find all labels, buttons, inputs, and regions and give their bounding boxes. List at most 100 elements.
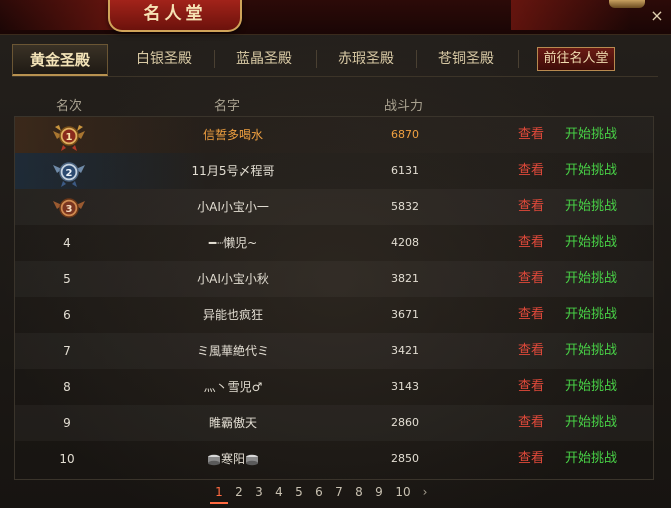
tab-bronze-hall[interactable]: 苍铜圣殿 <box>418 44 514 74</box>
page-link-6[interactable]: 6 <box>310 485 328 499</box>
view-button[interactable]: 查看 <box>511 189 551 225</box>
svg-text:1: 1 <box>66 132 73 143</box>
rank-number: 4 <box>63 236 71 250</box>
player-name: ミ風華絶代ミ <box>196 344 269 358</box>
challenge-button[interactable]: 开始挑战 <box>559 369 623 405</box>
view-button[interactable]: 查看 <box>511 297 551 333</box>
challenge-button[interactable]: 开始挑战 <box>559 117 623 153</box>
gold-medal-icon: 1 <box>53 125 85 151</box>
page-link-5[interactable]: 5 <box>290 485 308 499</box>
corner-ornament <box>609 0 645 8</box>
view-button[interactable]: 查看 <box>511 441 551 477</box>
page-link-3[interactable]: 3 <box>250 485 268 499</box>
table-row: 3 小AI小宝小一 5832 查看 开始挑战 <box>15 189 653 225</box>
challenge-button[interactable]: 开始挑战 <box>559 333 623 369</box>
ranking-table: 1 信誓多喝水 6870 查看 开始挑战 2 11月5号〆程哥 6131 查看 … <box>14 116 654 480</box>
challenge-button[interactable]: 开始挑战 <box>559 153 623 189</box>
player-name: 小AI小宝小秋 <box>197 272 269 286</box>
tab-gold-hall[interactable]: 黄金圣殿 <box>12 44 108 76</box>
table-row: 5 小AI小宝小秋 3821 查看 开始挑战 <box>15 261 653 297</box>
table-row: 1 信誓多喝水 6870 查看 开始挑战 <box>15 117 653 153</box>
combat-power: 5832 <box>391 200 419 213</box>
svg-text:3: 3 <box>66 204 73 215</box>
close-button[interactable]: × <box>649 8 665 24</box>
combat-power: 6131 <box>391 164 419 177</box>
table-row: 2 11月5号〆程哥 6131 查看 开始挑战 <box>15 153 653 189</box>
page-link-2[interactable]: 2 <box>230 485 248 499</box>
next-page-icon[interactable]: › <box>416 485 434 499</box>
combat-power: 6870 <box>391 128 419 141</box>
player-name: 异能也疯狂 <box>202 308 263 322</box>
player-name: 11月5号〆程哥 <box>191 164 275 178</box>
challenge-button[interactable]: 开始挑战 <box>559 405 623 441</box>
page-link-1[interactable]: 1 <box>210 485 228 504</box>
challenge-button[interactable]: 开始挑战 <box>559 189 623 225</box>
silver-medal-icon: 2 <box>53 162 85 187</box>
bronze-medal-icon: 3 <box>53 198 85 218</box>
title-bar-ornament-left <box>0 0 120 30</box>
view-button[interactable]: 查看 <box>511 225 551 261</box>
page-link-7[interactable]: 7 <box>330 485 348 499</box>
tab-separator <box>316 50 317 68</box>
combat-power: 3421 <box>391 344 419 357</box>
table-row: 9 睢霸傲天 2860 查看 开始挑战 <box>15 405 653 441</box>
rank-number: 8 <box>63 380 71 394</box>
player-name: 睢霸傲天 <box>208 416 257 430</box>
rank-number: 7 <box>63 344 71 358</box>
table-row: 6 异能也疯狂 3671 查看 开始挑战 <box>15 297 653 333</box>
page-link-9[interactable]: 9 <box>370 485 388 499</box>
leaderboard-panel: 名人堂 × 黄金圣殿 白银圣殿 蓝晶圣殿 赤瑕圣殿 苍铜圣殿 前往名人堂 名次 … <box>0 0 671 508</box>
challenge-button[interactable]: 开始挑战 <box>559 297 623 333</box>
challenge-button[interactable]: 开始挑战 <box>559 225 623 261</box>
combat-power: 4208 <box>391 236 419 249</box>
player-name: 灬丶雪児♂ <box>203 380 263 394</box>
table-row: 10 寒阳 2850 查看 开始挑战 <box>15 441 653 477</box>
view-button[interactable]: 查看 <box>511 369 551 405</box>
tab-crystal-hall[interactable]: 蓝晶圣殿 <box>216 44 312 74</box>
combat-power: 2850 <box>391 452 419 465</box>
drum-icon <box>207 454 220 465</box>
player-name-cell: 寒阳 <box>133 441 333 477</box>
view-button[interactable]: 查看 <box>511 333 551 369</box>
table-row: 4 ━┈懒児~ 4208 查看 开始挑战 <box>15 225 653 261</box>
tab-divider <box>12 76 658 77</box>
table-row: 7 ミ風華絶代ミ 3421 查看 开始挑战 <box>15 333 653 369</box>
combat-power: 3143 <box>391 380 419 393</box>
challenge-button[interactable]: 开始挑战 <box>559 441 623 477</box>
goto-hall-of-fame-button[interactable]: 前往名人堂 <box>537 47 615 71</box>
rank-number: 10 <box>59 452 75 466</box>
close-icon: × <box>650 6 664 25</box>
column-header-name: 名字 <box>214 99 241 114</box>
title-bar: 名人堂 × <box>0 0 671 35</box>
tab-silver-hall[interactable]: 白银圣殿 <box>116 44 212 74</box>
player-name: 信誓多喝水 <box>202 128 263 142</box>
pagination: 1 2 3 4 5 6 7 8 9 10 › <box>208 485 448 505</box>
page-link-4[interactable]: 4 <box>270 485 288 499</box>
challenge-button[interactable]: 开始挑战 <box>559 261 623 297</box>
combat-power: 3821 <box>391 272 419 285</box>
window-title: 名人堂 <box>143 4 207 24</box>
view-button[interactable]: 查看 <box>511 405 551 441</box>
tab-red-hall[interactable]: 赤瑕圣殿 <box>318 44 414 74</box>
table-row: 8 灬丶雪児♂ 3143 查看 开始挑战 <box>15 369 653 405</box>
tab-separator <box>214 50 215 68</box>
page-link-8[interactable]: 8 <box>350 485 368 499</box>
view-button[interactable]: 查看 <box>511 153 551 189</box>
combat-power: 2860 <box>391 416 419 429</box>
page-link-10[interactable]: 10 <box>392 485 414 499</box>
svg-text:2: 2 <box>66 168 73 179</box>
view-button[interactable]: 查看 <box>511 117 551 153</box>
rank-number: 9 <box>63 416 71 430</box>
player-name: ━┈懒児~ <box>208 236 258 250</box>
view-button[interactable]: 查看 <box>511 261 551 297</box>
hall-tabs: 黄金圣殿 白银圣殿 蓝晶圣殿 赤瑕圣殿 苍铜圣殿 前往名人堂 <box>12 44 652 76</box>
combat-power: 3671 <box>391 308 419 321</box>
rank-number: 5 <box>63 272 71 286</box>
column-header-power: 战斗力 <box>384 99 424 114</box>
tab-separator <box>518 50 519 68</box>
title-plate: 名人堂 <box>108 0 242 32</box>
player-name: 小AI小宝小一 <box>197 200 269 214</box>
player-name: 寒阳 <box>220 452 245 466</box>
tab-separator <box>416 50 417 68</box>
drum-icon <box>246 454 258 465</box>
